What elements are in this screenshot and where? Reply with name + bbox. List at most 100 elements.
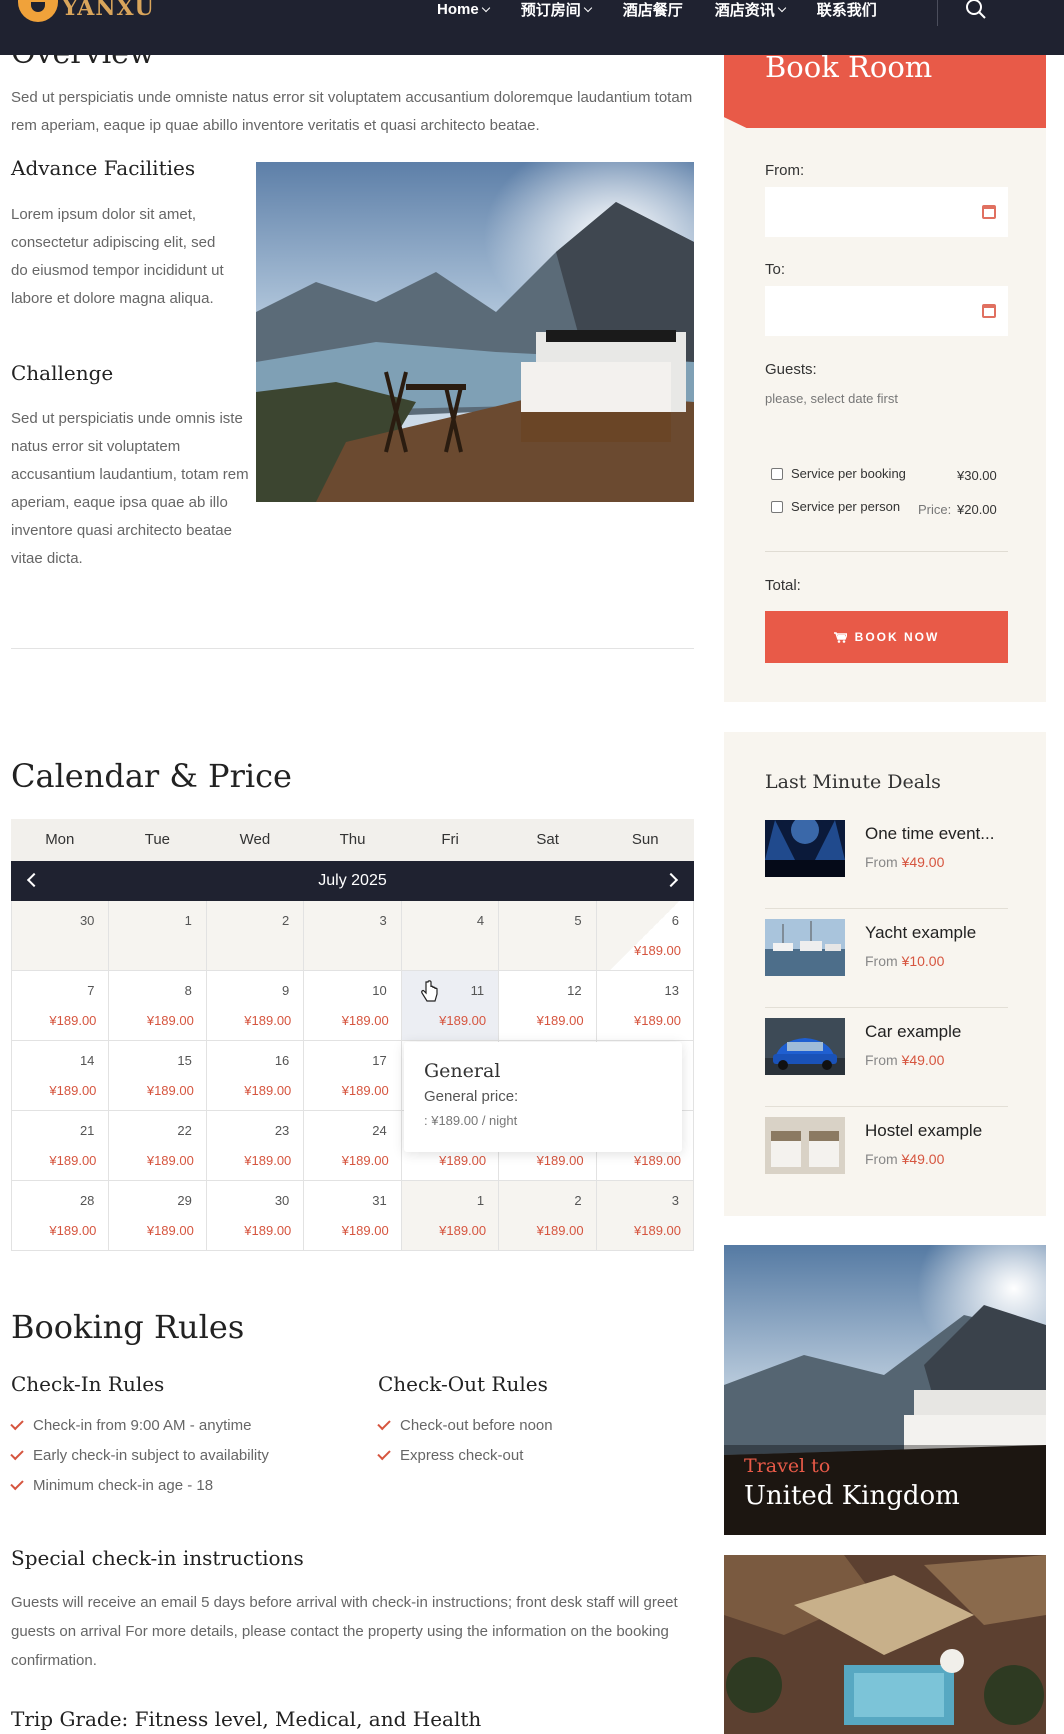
deal-name: Yacht example [865,923,977,942]
calendar-day-cell[interactable]: 9 ¥189.00 [206,971,305,1041]
calendar-day-cell[interactable]: 6 ¥189.00 [596,901,694,971]
from-date-field[interactable] [765,187,1008,237]
deal-price-value: ¥49.00 [901,854,945,870]
deal-item[interactable]: Hostel example From ¥49.00 [765,1107,1008,1206]
calendar-day-price: ¥189.00 [634,1153,681,1168]
calendar-day-cell[interactable]: 28 ¥189.00 [12,1181,110,1251]
nav-item-news[interactable]: 酒店资讯 [715,0,786,19]
deal-item[interactable]: Car example From ¥49.00 [765,1008,1008,1107]
weekday-tue: Tue [144,831,171,848]
calendar-day-number: 30 [274,1193,290,1208]
logo[interactable]: YANXU [18,0,155,22]
calendar-day-cell[interactable]: 24 ¥189.00 [304,1111,402,1181]
calendar-day-cell[interactable]: 11 ¥189.00 [401,971,500,1041]
nav-item-restaurant[interactable]: 酒店餐厅 [623,0,683,19]
check-icon [377,1416,391,1430]
calendar-day-cell[interactable]: 7 ¥189.00 [12,971,110,1041]
calendar-day-cell[interactable]: 1 [109,901,207,971]
calendar-day-cell[interactable]: 5 [499,901,597,971]
calendar-day-cell[interactable]: 1 ¥189.00 [401,1181,500,1251]
rule-text: Minimum check-in age - 18 [33,1476,214,1494]
nav-divider [937,0,938,26]
deal-name: Hostel example [865,1121,983,1140]
calendar-day-number: 4 [476,913,485,928]
calendar-day-cell[interactable]: 2 [206,901,305,971]
nav-item-contact[interactable]: 联系我们 [817,0,877,19]
calendar-day-price: ¥189.00 [536,1153,584,1168]
calendar-day-cell[interactable]: 10 ¥189.00 [304,971,402,1041]
service-per-person-checkbox[interactable] [771,500,783,513]
booking-rules-heading: Booking Rules [11,1308,245,1346]
rule-text: Check-out before noon [400,1416,553,1434]
service-per-person[interactable]: Service per person [771,499,900,514]
book-now-button[interactable]: BOOK NOW [765,611,1008,663]
special-instructions-text: Guests will receive an email 5 days befo… [11,1594,678,1669]
calendar-day-cell[interactable]: 4 [401,901,500,971]
calendar-day-number: 3 [379,913,387,928]
calendar-day-price: ¥189.00 [49,1223,97,1238]
deal-item[interactable]: Yacht example From ¥10.00 [765,909,1008,1008]
calendar-day-cell[interactable]: 8 ¥189.00 [109,971,207,1041]
list-item: Minimum check-in age - 18 [10,1470,269,1500]
calendar-day-number: 30 [79,913,95,928]
calendar-day-cell[interactable]: 3 ¥189.00 [596,1181,694,1251]
chevron-right-icon[interactable] [663,872,679,888]
service-per-booking[interactable]: Service per booking [771,466,906,481]
calendar-day-number: 23 [274,1123,290,1138]
resort-image [724,1555,1046,1734]
calendar-day-cell[interactable]: 21 ¥189.00 [12,1111,110,1181]
calendar-day-cell[interactable]: 2 ¥189.00 [499,1181,597,1251]
calendar-day-cell[interactable]: 14 ¥189.00 [12,1041,110,1111]
promo-card[interactable]: Travel to United Kingdom [724,1245,1046,1535]
check-icon [377,1446,391,1460]
calendar-day-price: ¥189.00 [634,1223,681,1238]
calendar-day-price: ¥189.00 [634,1013,681,1028]
service-per-booking-checkbox[interactable] [771,467,783,480]
chevron-left-icon[interactable] [26,872,42,888]
calendar-day-number: 31 [372,1193,387,1208]
challenge-heading: Challenge [11,361,114,385]
check-icon [10,1416,24,1430]
weekday-sun: Sun [631,831,659,848]
concert-thumb [765,820,845,877]
calendar-day-cell[interactable]: 15 ¥189.00 [109,1041,207,1111]
calendar-month-bar: July 2025 [11,861,694,901]
calendar-day-number: 29 [177,1193,192,1208]
to-date-field[interactable] [765,286,1008,336]
checkin-heading: Check-In Rules [11,1372,165,1396]
calendar-day-cell[interactable]: 22 ¥189.00 [109,1111,207,1181]
calendar-day-cell[interactable]: 12 ¥189.00 [499,971,597,1041]
from-label: From: [765,162,805,179]
calendar-day-cell[interactable]: 13 ¥189.00 [596,971,694,1041]
deal-price-value: ¥10.00 [901,953,945,969]
calendar-day-cell[interactable]: 30 [12,901,110,971]
deal-item[interactable]: One time event... From ¥49.00 [765,810,1008,909]
calendar-day-number: 2 [282,913,290,928]
car-thumb [765,1018,845,1075]
deal-price-value: ¥49.00 [901,1052,945,1068]
check-icon [10,1446,24,1460]
weekday-wed: Wed [239,831,271,848]
nav-label: Home [437,0,479,18]
price-tooltip: General General price: : ¥189.00 / night [404,1042,682,1152]
calendar-day-cell[interactable]: 29 ¥189.00 [109,1181,207,1251]
calendar-day-cell[interactable]: 16 ¥189.00 [206,1041,305,1111]
facilities-heading: Advance Facilities [11,156,196,180]
calendar-day-cell[interactable]: 17 ¥189.00 [304,1041,402,1111]
calendar-day-cell[interactable]: 23 ¥189.00 [206,1111,305,1181]
promo-card-resort[interactable] [724,1555,1046,1734]
chevron-down-icon [583,3,592,12]
nav-item-booking[interactable]: 预订房间 [521,0,592,19]
search-icon[interactable] [965,0,987,22]
list-item: Express check-out [377,1440,553,1470]
nav-item-home[interactable]: Home [437,0,490,18]
service-price-prefix: Price: [918,502,952,517]
calendar-day-number: 1 [476,1193,485,1208]
calendar-day-number: 14 [79,1053,95,1068]
calendar-day-price: ¥189.00 [146,1013,194,1028]
calendar-weekdays: Mon Tue Wed Thu Fri Sat Sun [11,819,694,861]
calendar-day-cell[interactable]: 31 ¥189.00 [304,1181,402,1251]
calendar-day-cell[interactable]: 30 ¥189.00 [206,1181,305,1251]
calendar-day-number: 9 [282,983,290,998]
calendar-day-cell[interactable]: 3 [304,901,402,971]
